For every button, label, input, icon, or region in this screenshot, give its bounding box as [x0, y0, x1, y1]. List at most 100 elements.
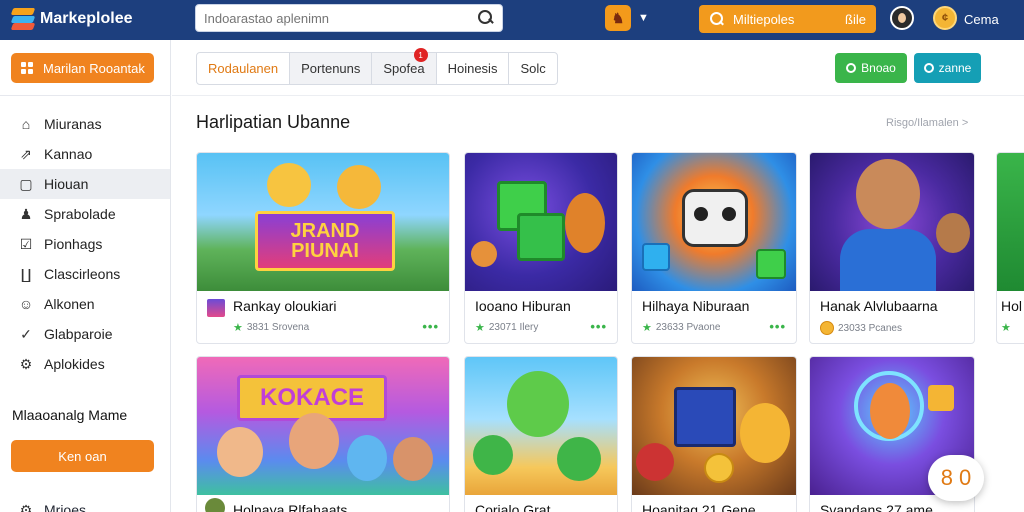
tab[interactable]: Spofea 1 — [372, 48, 437, 84]
card-thumbnail — [465, 357, 617, 495]
avatar[interactable] — [890, 6, 914, 30]
user-name[interactable]: Cema — [964, 12, 999, 27]
teal-button-label: zanne — [938, 61, 972, 75]
sidebar-item[interactable]: ⌂ Miuranas — [0, 109, 170, 139]
tab[interactable]: Solc — [509, 53, 556, 84]
gamepad-icon: ♞ — [611, 9, 625, 26]
tab-label: Hoinesis — [447, 61, 498, 76]
sidebar-item-label: Hiouan — [44, 176, 89, 192]
coin-icon — [820, 321, 834, 335]
character-shirt — [840, 229, 936, 291]
sidebar-item[interactable]: ▢ Hiouan — [0, 169, 170, 199]
sidebar-item-label: Miuranas — [44, 116, 102, 132]
card-thumbnail — [810, 153, 974, 291]
game-logo: JRAND PIUNAI — [255, 211, 395, 271]
card-thumbnail — [997, 153, 1024, 291]
app-logo[interactable]: Markeplolee — [10, 8, 133, 30]
coin-icon[interactable]: ¢ — [933, 6, 957, 30]
character-icon — [267, 163, 311, 207]
sidebar-item-label: Mrioes — [44, 502, 87, 512]
game-box-icon — [207, 299, 225, 317]
more-options-icon[interactable]: ••• — [422, 319, 439, 334]
gear-icon: ⚙ — [19, 356, 33, 372]
sidebar-item[interactable]: ♟ Sprabolade — [0, 199, 170, 229]
check-icon: ✓ — [20, 326, 32, 342]
block-icon — [517, 213, 565, 261]
sidebar-item-label: Aplokides — [44, 356, 105, 372]
teal-action-button[interactable]: zanne — [914, 53, 981, 83]
chevron-right-icon: > — [961, 117, 969, 129]
sidebar-item[interactable]: ⚙ Aplokides — [0, 349, 170, 379]
star-icon: ★ — [642, 322, 652, 334]
sidebar-item[interactable]: ∐ Clascirleons — [0, 259, 170, 289]
more-options-icon[interactable]: ••• — [769, 319, 786, 334]
orb-icon — [473, 435, 513, 475]
sidebar-heading: Mlaaoanalg Mame — [12, 407, 128, 423]
view-all-link[interactable]: Risgo/Ilamalen > — [886, 117, 968, 129]
game-card[interactable]: JRAND PIUNAI Rankay oloukiari ★ 3831 Srov… — [196, 152, 450, 344]
square-icon: ▢ — [19, 176, 33, 192]
top-bar: Markeplolee ♞ ▼ Miltiepoles ßile ¢ Cema — [0, 0, 1024, 40]
game-card[interactable]: Iooano Hiburan ★ 23071 Ilery ••• — [464, 152, 618, 344]
sidebar-secondary-button[interactable]: Ken oan — [11, 440, 154, 472]
circle-icon — [846, 63, 857, 73]
sidebar: Marilan Rooantak ⌂ Miuranas ⇗ Kannao ▢ Hiouan… — [0, 40, 171, 512]
tab[interactable]: Hoinesis — [437, 53, 510, 84]
coin-label: ¢ — [941, 12, 949, 24]
bomb-icon — [636, 443, 674, 481]
view-all-label: Risgo/Ilamalen — [886, 117, 959, 129]
user-icon: ☺ — [18, 296, 34, 312]
section-title: Harlipatian Ubanne — [196, 112, 351, 132]
card-title: Hanak Alvlubaarna — [820, 298, 938, 314]
sidebar-item[interactable]: ✓ Glabparoie — [0, 319, 170, 349]
game-card[interactable]: Hol ★ — [996, 152, 1024, 344]
game-card[interactable]: Corjalo Grat — [464, 356, 618, 512]
card-title: Hol — [1001, 298, 1023, 314]
green-button-label: Bnoao — [861, 61, 896, 75]
search-box[interactable] — [195, 4, 503, 32]
chevron-down-icon[interactable]: ▼ — [638, 12, 649, 24]
card-title: Svandans 27 ame — [820, 502, 933, 512]
notification-badge[interactable]: 8 0 — [928, 455, 984, 501]
card-meta: ★ — [1001, 321, 1011, 334]
marketplace-label: Miltiepoles — [733, 11, 795, 27]
card-title: Holnaya Rlfahaats — [233, 502, 348, 512]
filter-tabs: Rodaulanen Portenuns Spofea 1 Hoinesis Solc — [196, 48, 558, 85]
block-icon — [928, 385, 954, 411]
sidebar-item-label: Glabparoie — [44, 326, 113, 342]
star-icon: ★ — [1001, 322, 1011, 334]
sidebar-item[interactable]: ☺ Alkonen — [0, 289, 170, 319]
sidebar-item-label: Sprabolade — [44, 206, 116, 222]
robot-eye-icon — [722, 207, 736, 221]
card-thumbnail — [465, 153, 617, 291]
game-card[interactable]: Hoanitag 21 Gene — [631, 356, 797, 512]
sidebar-item[interactable]: ⇗ Kannao — [0, 139, 170, 169]
sidebar-primary-button[interactable]: Marilan Rooantak — [11, 53, 154, 83]
coin-icon — [704, 453, 734, 483]
sidebar-item-bottom[interactable]: ⚙ Mrioes — [18, 502, 86, 512]
grid-icon — [21, 62, 33, 74]
cookie-icon — [471, 241, 497, 267]
card-meta-text: 23071 Ilery — [488, 322, 539, 333]
game-card[interactable]: Hilhaya Niburaan ★ 23633 Pvaone ••• — [631, 152, 797, 344]
tab[interactable]: Portenuns — [290, 53, 373, 84]
more-options-icon[interactable]: ••• — [590, 319, 607, 334]
search-input[interactable] — [204, 10, 476, 26]
green-action-button[interactable]: Bnoao — [835, 53, 907, 83]
character-icon — [740, 403, 790, 463]
game-card[interactable]: Hanak Alvlubaarna 23033 Pcanes — [809, 152, 975, 344]
character-icon — [337, 165, 381, 209]
search-icon[interactable] — [476, 9, 494, 27]
sidebar-primary-label: Marilan Rooantak — [43, 60, 145, 76]
marketplace-button[interactable]: Miltiepoles ßile — [699, 5, 876, 33]
sidebar-item[interactable]: ☑ Pionhags — [0, 229, 170, 259]
tab[interactable]: Rodaulanen — [197, 53, 291, 84]
sidebar-list: ⌂ Miuranas ⇗ Kannao ▢ Hiouan ♟ Sprabolade ☑ Pionh… — [0, 109, 170, 379]
character-icon — [856, 159, 920, 229]
logo-text: Markeplolee — [40, 10, 133, 27]
card-meta-text: 23033 Pcanes — [838, 322, 902, 334]
gamepad-button[interactable]: ♞ — [605, 5, 631, 31]
game-card[interactable]: KOKACE Holnaya Rlfahaats — [196, 356, 450, 512]
checklist-icon: ☑ — [19, 236, 33, 252]
character-icon — [347, 435, 387, 481]
